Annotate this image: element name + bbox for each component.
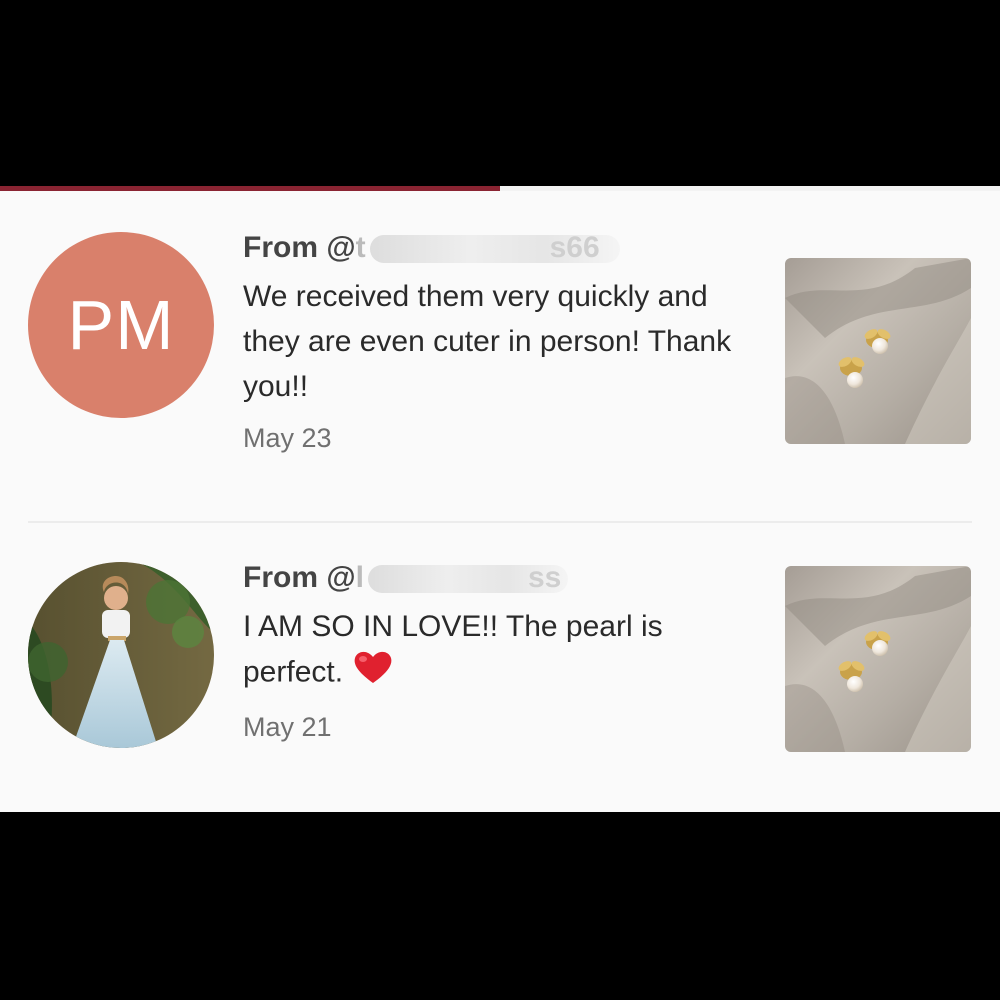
from-label: From @ [243, 561, 356, 594]
review-content: From @l ss I AM SO IN LOVE!! The pearl is… [243, 556, 743, 743]
handle-end: ss [527, 561, 562, 594]
handle-start: l [355, 561, 364, 594]
pearl-bee-earrings-image [785, 566, 971, 752]
handle-end: s66 [549, 231, 600, 264]
reviewer-handle[interactable]: From @l ss [243, 556, 743, 600]
progress-bar [0, 186, 1000, 191]
profile-photo-image [28, 562, 214, 748]
review-date: May 23 [243, 423, 332, 453]
review-date: May 21 [243, 712, 332, 742]
review-item[interactable]: PM From @t s66 We received them very quic… [0, 226, 1000, 516]
video-frame: PM From @t s66 We received them very quic… [0, 0, 1000, 1000]
review-message-text: I AM SO IN LOVE!! The pearl is perfect. [243, 610, 663, 689]
review-message: I AM SO IN LOVE!! The pearl is perfect. [243, 604, 743, 698]
pearl-bee-earrings-image [785, 258, 971, 444]
review-message: We received them very quickly and they a… [243, 280, 732, 403]
reviewer-handle[interactable]: From @t s66 [243, 226, 743, 270]
reviews-panel: PM From @t s66 We received them very quic… [0, 186, 1000, 812]
avatar-initials: PM [67, 286, 175, 364]
review-content: From @t s66 We received them very quickly… [243, 226, 743, 454]
progress-fill [0, 186, 500, 191]
avatar[interactable]: PM [28, 232, 214, 418]
heart-icon [353, 649, 393, 698]
review-item[interactable]: From @l ss I AM SO IN LOVE!! The pearl is… [0, 556, 1000, 786]
product-thumbnail[interactable] [785, 258, 971, 444]
divider [28, 521, 972, 523]
handle-start: t [355, 231, 366, 264]
avatar[interactable] [28, 562, 214, 748]
product-thumbnail[interactable] [785, 566, 971, 752]
from-label: From @ [243, 231, 356, 264]
